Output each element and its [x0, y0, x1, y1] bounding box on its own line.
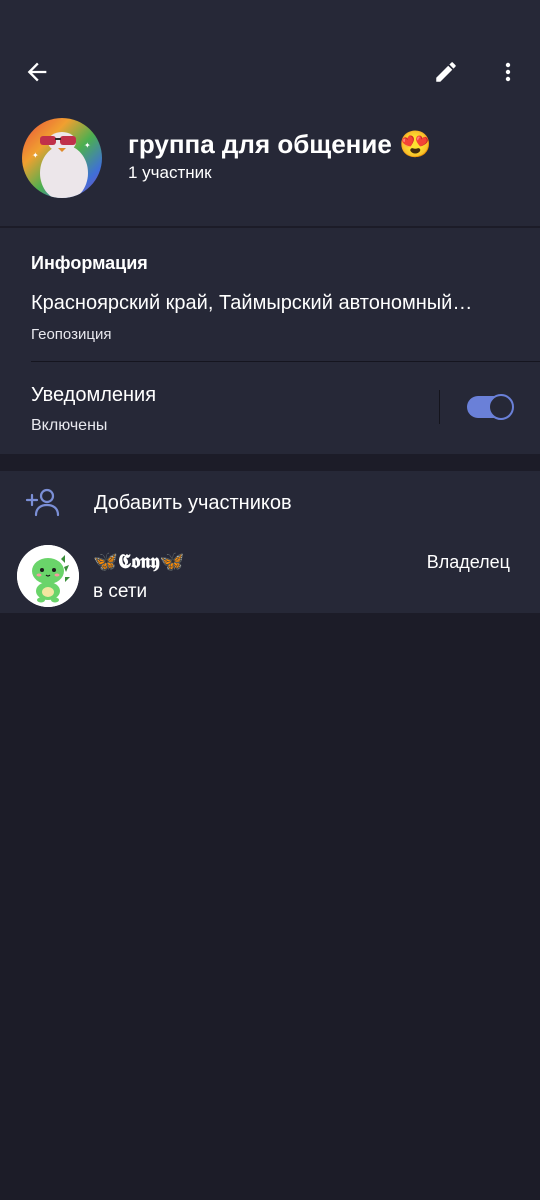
location-value[interactable]: Красноярский край, Таймырский автономный… [31, 292, 511, 315]
more-vertical-icon [505, 62, 511, 82]
member-role-badge: Владелец [426, 552, 510, 572]
info-section: Информация Красноярский край, Таймырский… [0, 228, 540, 454]
member-name: 🦋𝕮𝖔𝖓𝖞🦋 [93, 549, 185, 573]
toggle-knob [488, 394, 514, 420]
group-title: группа для общение 😍 [128, 129, 432, 159]
notifications-row[interactable]: Уведомления Включены [0, 362, 540, 454]
pencil-icon [436, 62, 456, 82]
notifications-title: Уведомления [31, 384, 157, 406]
members-section: Добавить участников 🦋𝕮𝖔𝖓𝖞🦋 в сети Владел… [0, 471, 540, 613]
group-avatar[interactable]: ✦ ✦ [22, 118, 102, 198]
svg-text:✦: ✦ [32, 151, 39, 160]
member-status: в сети [93, 581, 148, 602]
arrow-left-icon [27, 62, 47, 82]
member-count: 1 участник [128, 163, 212, 182]
info-heading: Информация [31, 253, 148, 273]
add-user-icon [25, 488, 60, 517]
dinosaur-avatar-image [17, 545, 79, 607]
location-label: Геопозиция [31, 326, 112, 343]
svg-text:✦: ✦ [84, 141, 91, 150]
add-members-button[interactable]: Добавить участников [0, 471, 540, 537]
back-button[interactable] [13, 48, 61, 96]
add-members-label: Добавить участников [94, 492, 292, 514]
notifications-toggle[interactable] [467, 394, 514, 420]
group-info-screen: ✦ ✦ группа для общение 😍 1 участник Инфо… [0, 0, 540, 1200]
member-avatar [17, 545, 79, 607]
notifications-status: Включены [31, 417, 108, 434]
member-row[interactable]: 🦋𝕮𝖔𝖓𝖞🦋 в сети Владелец [0, 541, 540, 613]
vertical-separator [439, 390, 440, 424]
profile-header: ✦ ✦ группа для общение 😍 1 участник [0, 0, 540, 226]
group-avatar-image: ✦ ✦ [22, 118, 102, 198]
more-options-button[interactable] [484, 48, 532, 96]
edit-button[interactable] [422, 48, 470, 96]
